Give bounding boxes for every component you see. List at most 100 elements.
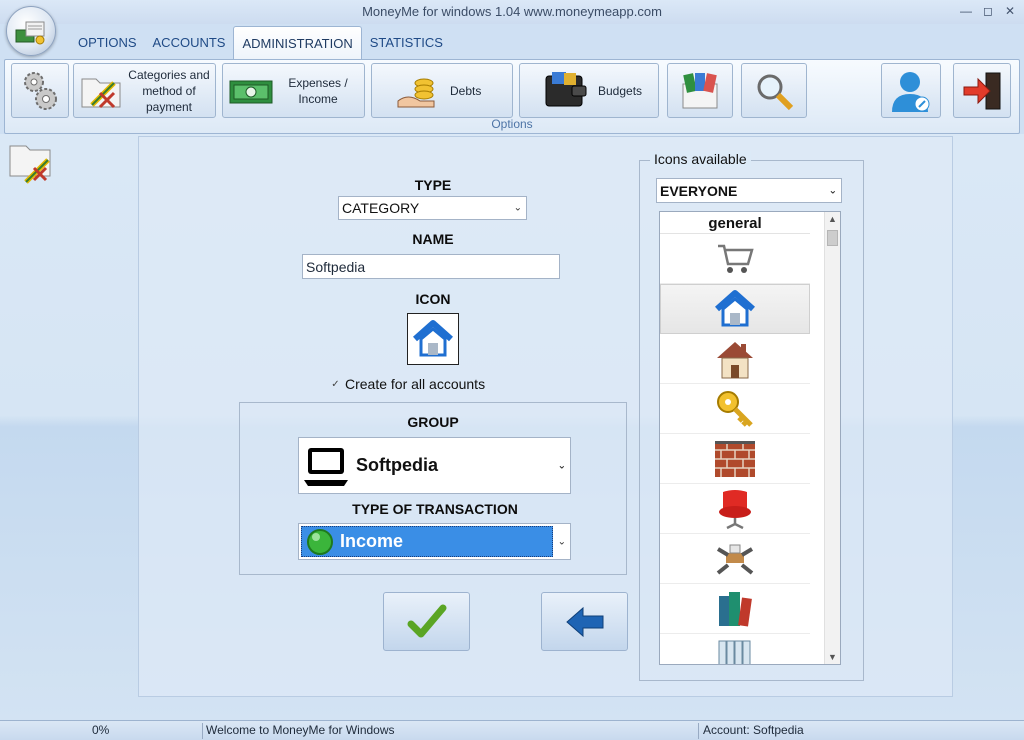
chevron-down-icon[interactable]: ⌄	[514, 203, 522, 214]
create-all-accounts-label: Create for all accounts	[345, 376, 486, 392]
icons-filter-select[interactable]: EVERYONE ⌄	[656, 178, 842, 203]
money-bill-icon	[229, 80, 273, 103]
transaction-type-value: Income	[340, 531, 404, 551]
budgets-button[interactable]: Budgets	[519, 63, 659, 118]
house-blue-icon	[413, 320, 453, 357]
list-item[interactable]	[660, 634, 810, 664]
laptop-icon	[304, 447, 348, 486]
exit-button[interactable]	[953, 63, 1011, 118]
icons-section-header: general	[660, 212, 810, 234]
list-item[interactable]	[660, 384, 810, 434]
transaction-type-selection: Income	[301, 526, 553, 557]
type-select[interactable]: CATEGORY ⌄	[338, 196, 527, 220]
group-select[interactable]: Softpedia ⌄	[298, 437, 571, 494]
content-area: TYPE CATEGORY ⌄ NAME Softpedia ICON ✓ Cr…	[0, 134, 1024, 720]
title-bar: MoneyMe for windows 1.04 www.moneymeapp.…	[0, 0, 1024, 24]
brick-wall-icon	[715, 440, 755, 477]
folder-edit-icon	[9, 145, 51, 184]
scroll-down-icon[interactable]: ▼	[825, 650, 840, 664]
books-icon	[719, 591, 752, 627]
confirm-button[interactable]	[383, 592, 470, 651]
wallet-icon	[545, 71, 587, 106]
settings-button[interactable]	[11, 63, 69, 118]
tab-administration[interactable]: ADMINISTRATION	[233, 26, 362, 59]
key-icon	[717, 390, 753, 427]
status-message: Welcome to MoneyMe for Windows	[206, 723, 395, 737]
shopping-cart-icon	[718, 244, 754, 273]
house-icon	[717, 341, 753, 378]
scroll-thumb[interactable]	[827, 230, 838, 246]
name-label: NAME	[412, 231, 454, 247]
name-input[interactable]: Softpedia	[302, 254, 560, 279]
magnifier-icon	[757, 74, 794, 110]
tab-accounts[interactable]: ACCOUNTS	[145, 26, 234, 59]
list-item[interactable]	[660, 584, 810, 634]
arrow-left-icon	[565, 606, 603, 637]
chevron-down-icon[interactable]: ⌄	[829, 185, 837, 196]
cards-icon	[682, 72, 718, 108]
status-separator	[202, 723, 203, 739]
icon-picker[interactable]	[407, 313, 459, 365]
cards-button[interactable]	[667, 63, 733, 118]
categories-button[interactable]: Categories and method of payment	[73, 63, 216, 118]
user-button[interactable]	[881, 63, 941, 118]
green-circle-icon	[307, 528, 333, 555]
transaction-type-label: TYPE OF TRANSACTION	[352, 501, 518, 517]
minimize-icon[interactable]: —	[958, 2, 974, 20]
icons-filter-value: EVERYONE	[660, 182, 738, 199]
icons-list[interactable]: general ▲ ▼	[659, 211, 841, 665]
coins-hand-icon	[397, 78, 435, 107]
ribbon: Categories and method of payment Expense…	[4, 59, 1020, 134]
status-account: Account: Softpedia	[703, 723, 804, 737]
name-input-value: Softpedia	[306, 258, 366, 275]
budgets-label: Budgets	[598, 83, 643, 98]
furniture-icon	[716, 544, 754, 575]
status-separator	[698, 723, 699, 739]
window-controls: — ◻ ✕	[958, 2, 1018, 20]
list-item[interactable]	[660, 434, 810, 484]
chevron-down-icon[interactable]: ⌄	[558, 460, 566, 471]
expenses-income-label: Expenses / Income	[288, 75, 348, 106]
list-item[interactable]	[660, 534, 810, 584]
house-blue-icon	[715, 290, 755, 327]
back-button[interactable]	[541, 592, 628, 651]
scroll-up-icon[interactable]: ▲	[825, 212, 840, 226]
icon-label: ICON	[415, 291, 451, 307]
type-select-value: CATEGORY	[342, 200, 420, 216]
list-item[interactable]	[660, 334, 810, 384]
transaction-type-select[interactable]: Income ⌄	[298, 523, 571, 560]
chevron-down-icon[interactable]: ⌄	[558, 536, 566, 547]
app-menu-button[interactable]	[6, 6, 56, 56]
app-logo-icon	[15, 21, 45, 45]
debts-button[interactable]: Debts	[371, 63, 513, 118]
tab-options[interactable]: OPTIONS	[70, 26, 145, 59]
close-icon[interactable]: ✕	[1002, 2, 1018, 20]
binders-icon	[718, 640, 751, 664]
status-bar: 0% Welcome to MoneyMe for Windows Accoun…	[0, 720, 1024, 740]
expenses-income-button[interactable]: Expenses / Income	[222, 63, 365, 118]
exit-door-icon	[963, 72, 1001, 109]
armchair-icon	[719, 489, 751, 529]
list-item[interactable]	[660, 234, 810, 284]
icons-available-legend: Icons available	[650, 151, 751, 167]
checkmark-icon	[407, 604, 446, 637]
user-edit-icon	[892, 71, 930, 112]
status-progress: 0%	[92, 723, 110, 737]
categories-label: Categories and method of payment	[128, 67, 210, 114]
window-title: MoneyMe for windows 1.04 www.moneymeapp.…	[362, 4, 662, 19]
ribbon-caption: Options	[491, 117, 533, 131]
folder-edit-icon	[81, 78, 121, 108]
checkbox-checked-icon[interactable]: ✓	[330, 379, 341, 390]
group-select-value: Softpedia	[356, 455, 439, 475]
tab-statistics[interactable]: STATISTICS	[362, 26, 451, 59]
type-label: TYPE	[414, 177, 452, 193]
list-item[interactable]	[660, 484, 810, 534]
icons-list-scrollbar[interactable]: ▲ ▼	[824, 212, 840, 664]
create-all-accounts-row[interactable]: ✓ Create for all accounts	[330, 376, 485, 392]
list-item[interactable]	[660, 284, 810, 334]
group-label: GROUP	[407, 414, 459, 430]
gears-icon	[24, 71, 57, 110]
maximize-icon[interactable]: ◻	[980, 2, 996, 20]
search-button[interactable]	[741, 63, 807, 118]
debts-label: Debts	[450, 83, 482, 98]
